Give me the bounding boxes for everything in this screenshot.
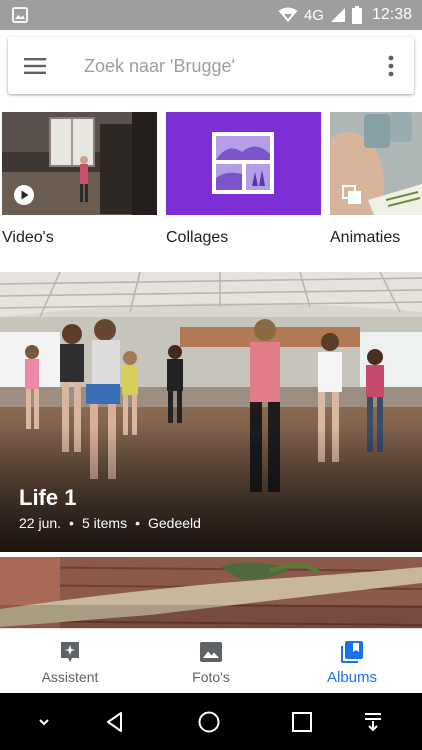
- home-icon[interactable]: [197, 710, 221, 734]
- clock: 12:38: [371, 6, 412, 23]
- collages-label[interactable]: Collages: [166, 229, 228, 247]
- album-title: Life 1: [19, 485, 77, 510]
- more-options-icon[interactable]: [386, 53, 396, 79]
- search-input[interactable]: [84, 51, 364, 81]
- separator-dot: •: [135, 515, 140, 531]
- separator-dot: •: [69, 515, 74, 531]
- animations-tile[interactable]: [330, 112, 422, 215]
- image-notification-icon: [12, 7, 28, 23]
- albums-icon: [341, 641, 363, 663]
- album-meta: 22 jun. • 5 items • Gedeeld: [19, 515, 201, 531]
- album-count: 5 items: [81, 515, 128, 531]
- play-icon: [14, 185, 34, 205]
- animations-label[interactable]: Animaties: [330, 229, 400, 247]
- status-bar: 4G 12:38: [0, 0, 422, 30]
- album-shared-status: Gedeeld: [147, 515, 201, 531]
- battery-icon: [351, 6, 362, 24]
- chevron-down-icon[interactable]: [32, 710, 56, 734]
- status-indicators: 4G 12:38: [278, 0, 412, 30]
- system-navigation-bar: [0, 693, 422, 750]
- network-type: 4G: [303, 6, 324, 24]
- collage-icon: [212, 132, 274, 194]
- nav-photos[interactable]: Foto's: [171, 629, 251, 694]
- nav-assistant[interactable]: Assistent: [30, 629, 110, 694]
- back-icon[interactable]: [103, 710, 127, 734]
- assistant-icon: [61, 642, 79, 662]
- search-bar: [8, 37, 414, 94]
- wifi-icon: [278, 7, 298, 22]
- photos-icon: [200, 642, 222, 662]
- album-date: 22 jun.: [19, 515, 62, 531]
- nav-albums[interactable]: Albums: [312, 629, 392, 694]
- videos-label[interactable]: Video's: [2, 229, 54, 247]
- bottom-navigation: Assistent Foto's Albums: [0, 628, 422, 693]
- signal-icon: [330, 8, 345, 22]
- recents-icon[interactable]: [290, 710, 314, 734]
- app-screen: 4G 12:38 Zoek naar 'Brugge' Video's Coll…: [0, 0, 422, 750]
- nav-photos-label: Foto's: [192, 669, 230, 685]
- download-icon[interactable]: [361, 710, 385, 734]
- videos-tile[interactable]: [2, 112, 157, 215]
- album-card-2[interactable]: [0, 557, 422, 628]
- album-cover-image: [0, 557, 422, 628]
- menu-icon[interactable]: [22, 53, 48, 79]
- collages-tile[interactable]: [166, 112, 321, 215]
- animation-icon: [342, 185, 361, 204]
- nav-albums-label: Albums: [326, 669, 378, 686]
- nav-assistant-label: Assistent: [41, 669, 99, 685]
